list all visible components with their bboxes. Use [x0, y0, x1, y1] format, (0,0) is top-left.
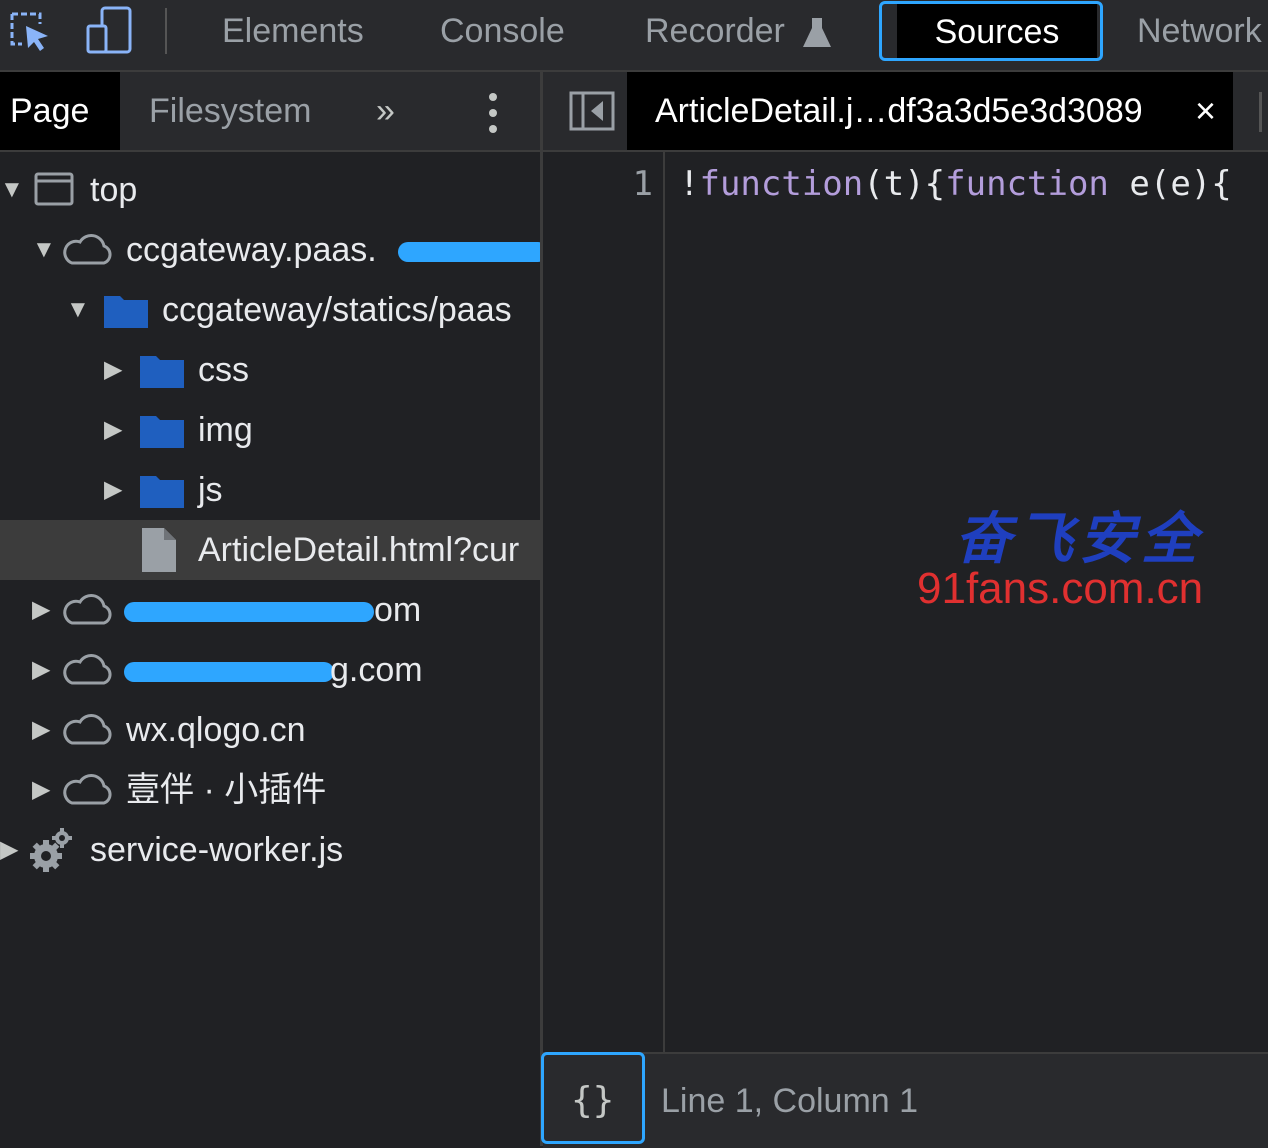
- editor-tabs: ArticleDetail.j…df3a3d5e3d3089 ×: [543, 72, 1268, 152]
- tree-item-service-worker[interactable]: ▶ service-worker.js: [0, 820, 540, 880]
- tree-label: om: [374, 591, 422, 629]
- tree-label: ccgateway.paas.: [126, 231, 377, 269]
- watermark-site: 91fans.com.cn: [917, 564, 1204, 613]
- tab-recorder[interactable]: Recorder: [645, 0, 832, 62]
- code-keyword: function: [699, 164, 864, 204]
- folder-icon: [140, 476, 184, 508]
- expand-down-icon[interactable]: ▼: [66, 280, 90, 340]
- expand-right-icon[interactable]: ▶: [104, 400, 122, 460]
- inspect-element-icon[interactable]: [8, 10, 52, 54]
- expand-right-icon[interactable]: ▶: [32, 760, 50, 820]
- status-bar: {} Line 1, Column 1: [543, 1052, 1268, 1148]
- tab-network[interactable]: Network: [1137, 0, 1262, 62]
- tree-label: 壹伴 · 小插件: [126, 771, 327, 809]
- code-token: !: [679, 164, 700, 204]
- line-gutter: 1: [543, 152, 665, 1052]
- more-tabs-icon[interactable]: »: [376, 72, 395, 150]
- tree-item-domain[interactable]: ▶ wx.qlogo.cn: [0, 700, 540, 760]
- close-icon[interactable]: ×: [1195, 72, 1216, 150]
- tree-label: ArticleDetail.html?cur: [198, 531, 520, 569]
- more-options-icon[interactable]: [485, 92, 501, 134]
- tree-item-extension[interactable]: ▶ 壹伴 · 小插件: [0, 760, 540, 820]
- code-line[interactable]: !function(t){function e(e){: [679, 164, 1232, 204]
- tree-label: top: [90, 171, 138, 209]
- tab-console[interactable]: Console: [440, 0, 565, 62]
- folder-icon: [104, 296, 148, 328]
- expand-right-icon[interactable]: ▶: [32, 700, 50, 760]
- tab-edge: [1259, 92, 1262, 132]
- file-tab[interactable]: ArticleDetail.j…df3a3d5e3d3089 ×: [627, 72, 1233, 150]
- folder-icon: [140, 416, 184, 448]
- tab-filesystem[interactable]: Filesystem: [149, 72, 311, 150]
- code-token: e(e){: [1108, 164, 1232, 204]
- tree-label: g.com: [330, 651, 423, 689]
- tree-item-domain[interactable]: ▶ om: [0, 580, 540, 640]
- toolbar-separator: [165, 8, 167, 54]
- expand-down-icon[interactable]: ▼: [0, 160, 24, 220]
- watermark-logo-text: 奋飞安全: [955, 506, 1203, 572]
- expand-right-icon[interactable]: ▶: [104, 340, 122, 400]
- redaction-mark: [398, 242, 540, 262]
- expand-right-icon[interactable]: ▶: [0, 820, 18, 880]
- navigator-tabs: Page Filesystem »: [0, 72, 540, 152]
- tree-item-css[interactable]: ▶ css: [0, 340, 540, 400]
- tree-label: ccgateway/statics/paas: [162, 291, 512, 329]
- tree-item-articledetail[interactable]: ArticleDetail.html?cur: [0, 520, 540, 580]
- cloud-icon: [63, 774, 112, 805]
- tree-label: js: [198, 471, 223, 509]
- cloud-icon: [63, 234, 112, 265]
- expand-right-icon[interactable]: ▶: [32, 640, 50, 700]
- pretty-print-highlight-outline: [541, 1052, 645, 1144]
- file-tab-label: ArticleDetail.j…df3a3d5e3d3089: [655, 92, 1143, 130]
- tree-item-top[interactable]: ▼ top: [0, 160, 540, 220]
- cloud-icon: [63, 654, 112, 685]
- sources-highlight-outline: [879, 1, 1103, 61]
- device-toolbar-icon[interactable]: [86, 6, 134, 56]
- line-number: 1: [632, 164, 653, 204]
- tree-label: css: [198, 351, 249, 389]
- tab-elements[interactable]: Elements: [222, 0, 364, 62]
- expand-down-icon[interactable]: ▼: [32, 220, 56, 280]
- cloud-icon: [63, 594, 112, 625]
- redaction-mark: [124, 662, 334, 682]
- tree-label: wx.qlogo.cn: [126, 711, 306, 749]
- tree-label: service-worker.js: [90, 831, 344, 869]
- cloud-icon: [63, 714, 112, 745]
- tree-item-folder[interactable]: ▼ ccgateway/statics/paas: [0, 280, 540, 340]
- code-keyword: function: [945, 164, 1109, 204]
- folder-icon: [140, 356, 184, 388]
- tree-label: img: [198, 411, 253, 449]
- cursor-position: Line 1, Column 1: [661, 1082, 919, 1120]
- toggle-navigator-icon[interactable]: [569, 91, 615, 131]
- frame-icon: [34, 172, 74, 206]
- redaction-mark: [124, 602, 374, 622]
- devtools-toolbar: Elements Console Recorder Sources Networ…: [0, 0, 1268, 72]
- file-icon: [142, 528, 176, 572]
- tab-page[interactable]: Page: [0, 72, 120, 150]
- flask-icon: [803, 18, 832, 48]
- code-token: (t){: [863, 164, 946, 204]
- expand-right-icon[interactable]: ▶: [32, 580, 50, 640]
- tree-item-js[interactable]: ▶ js: [0, 460, 540, 520]
- gear-icon: [30, 828, 72, 872]
- tab-recorder-label: Recorder: [645, 12, 785, 50]
- tree-item-domain[interactable]: ▼ ccgateway.paas.: [0, 220, 540, 280]
- expand-right-icon[interactable]: ▶: [104, 460, 122, 520]
- navigator-panel: Page Filesystem » ▼ top ▼ ccgateway.paas…: [0, 72, 540, 1146]
- tree-item-domain[interactable]: ▶ g.com: [0, 640, 540, 700]
- tree-item-img[interactable]: ▶ img: [0, 400, 540, 460]
